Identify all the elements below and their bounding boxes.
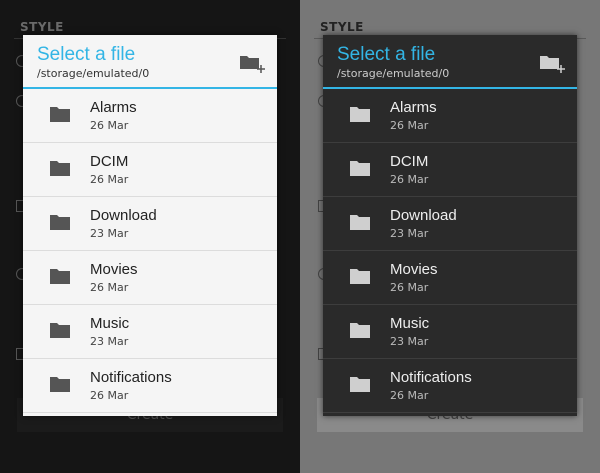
- file-name: Notifications: [90, 369, 172, 386]
- file-date: 26 Mar: [390, 389, 429, 402]
- file-name: Notifications: [390, 369, 472, 386]
- file-name: DCIM: [390, 153, 429, 170]
- file-date: 26 Mar: [90, 389, 129, 402]
- list-item[interactable]: Alarms 26 Mar: [23, 89, 277, 143]
- list-item[interactable]: Download 23 Mar: [323, 197, 577, 251]
- folder-add-icon: [540, 56, 565, 73]
- file-list: Alarms 26 Mar DCIM 26 Mar Download 23 Ma…: [23, 89, 277, 413]
- file-name: Music: [90, 315, 130, 332]
- file-name: DCIM: [90, 153, 129, 170]
- folder-icon: [350, 107, 370, 122]
- file-name: Download: [390, 207, 457, 224]
- file-date: 23 Mar: [390, 335, 429, 348]
- folder-icon: [350, 377, 370, 392]
- list-item[interactable]: Movies 26 Mar: [323, 251, 577, 305]
- folder-icon: [50, 107, 70, 122]
- folder-icon: [50, 323, 70, 338]
- folder-icon: [50, 215, 70, 230]
- file-picker-dialog: Select a file /storage/emulated/0 Alarms…: [323, 35, 577, 416]
- file-name: Music: [390, 315, 430, 332]
- file-date: 26 Mar: [90, 119, 129, 132]
- list-item[interactable]: Download 23 Mar: [23, 197, 277, 251]
- file-date: 26 Mar: [390, 281, 429, 294]
- background-section-label: STYLE: [20, 20, 64, 34]
- file-date: 23 Mar: [90, 335, 129, 348]
- file-name: Alarms: [390, 99, 437, 116]
- file-name: Download: [90, 207, 157, 224]
- background-section-label: STYLE: [320, 20, 364, 34]
- list-item[interactable]: DCIM 26 Mar: [323, 143, 577, 197]
- file-date: 26 Mar: [390, 119, 429, 132]
- dialog-header: Select a file /storage/emulated/0: [323, 35, 577, 89]
- list-item[interactable]: Alarms 26 Mar: [323, 89, 577, 143]
- folder-icon: [350, 269, 370, 284]
- file-list: Alarms 26 Mar DCIM 26 Mar Download 23 Ma…: [323, 89, 577, 413]
- list-item[interactable]: Music 23 Mar: [323, 305, 577, 359]
- list-item[interactable]: Notifications 26 Mar: [323, 359, 577, 413]
- folder-icon: [50, 161, 70, 176]
- new-folder-button[interactable]: [239, 52, 267, 76]
- file-date: 23 Mar: [390, 227, 429, 240]
- file-date: 23 Mar: [90, 227, 129, 240]
- folder-icon: [50, 269, 70, 284]
- file-date: 26 Mar: [390, 173, 429, 186]
- file-picker-dialog: Select a file /storage/emulated/0 Alarms…: [23, 35, 277, 416]
- dialog-header: Select a file /storage/emulated/0: [23, 35, 277, 89]
- file-name: Movies: [390, 261, 438, 278]
- list-item[interactable]: Notifications 26 Mar: [23, 359, 277, 413]
- file-date: 26 Mar: [90, 281, 129, 294]
- current-path: /storage/emulated/0: [337, 67, 450, 80]
- dark-theme-screen: STYLE Create Select a file /storage/emul…: [300, 0, 600, 473]
- list-item[interactable]: DCIM 26 Mar: [23, 143, 277, 197]
- file-date: 26 Mar: [90, 173, 129, 186]
- list-item[interactable]: Movies 26 Mar: [23, 251, 277, 305]
- new-folder-button[interactable]: [539, 52, 567, 76]
- folder-add-icon: [240, 56, 265, 73]
- file-name: Alarms: [90, 99, 137, 116]
- folder-icon: [350, 323, 370, 338]
- folder-icon: [350, 215, 370, 230]
- light-theme-screen: STYLE Create Select a file /storage/emul…: [0, 0, 300, 473]
- file-name: Movies: [90, 261, 138, 278]
- dialog-title: Select a file: [337, 44, 436, 65]
- folder-icon: [50, 377, 70, 392]
- dialog-title: Select a file: [37, 44, 136, 65]
- folder-icon: [350, 161, 370, 176]
- list-item[interactable]: Music 23 Mar: [23, 305, 277, 359]
- current-path: /storage/emulated/0: [37, 67, 150, 80]
